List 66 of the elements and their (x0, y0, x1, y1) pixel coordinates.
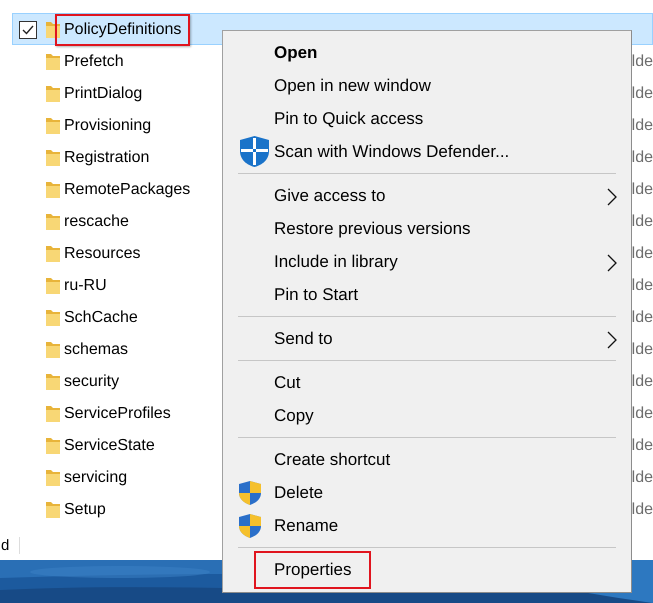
file-type: lde (632, 309, 653, 327)
file-name[interactable]: rescache (55, 206, 138, 238)
menu-item[interactable]: Restore previous versions (225, 212, 629, 245)
file-name[interactable]: RemotePackages (55, 174, 200, 206)
menu-item[interactable]: Pin to Start (225, 278, 629, 311)
menu-item[interactable]: Cut (225, 366, 629, 399)
shield-icon (238, 513, 262, 539)
menu-item[interactable]: Pin to Quick access (225, 102, 629, 135)
status-text: d (1, 536, 20, 554)
checkbox[interactable] (19, 21, 37, 39)
file-name[interactable]: Registration (55, 142, 158, 174)
file-name[interactable]: security (55, 366, 128, 398)
folder-icon (45, 373, 61, 391)
file-type: lde (632, 181, 653, 199)
file-name[interactable]: Setup (55, 494, 115, 526)
file-name[interactable]: servicing (55, 462, 136, 494)
file-name[interactable]: ServiceProfiles (55, 398, 180, 430)
file-type: lde (632, 405, 653, 423)
file-name[interactable]: Resources (55, 238, 150, 270)
file-name[interactable]: ru-RU (55, 270, 116, 302)
file-type: lde (632, 149, 653, 167)
folder-icon (45, 213, 61, 231)
folder-icon (45, 469, 61, 487)
menu-item[interactable]: Include in library (225, 245, 629, 278)
file-name[interactable]: SchCache (55, 302, 147, 334)
menu-item[interactable]: Create shortcut (225, 443, 629, 476)
file-type: lde (632, 341, 653, 359)
file-name[interactable]: PrintDialog (55, 78, 152, 110)
file-type: lde (632, 213, 653, 231)
menu-item[interactable]: Delete (225, 476, 629, 509)
shield-icon (238, 480, 262, 506)
menu-item[interactable]: Give access to (225, 179, 629, 212)
file-type: lde (632, 501, 653, 519)
folder-icon (45, 85, 61, 103)
folder-icon (45, 277, 61, 295)
folder-icon (45, 501, 61, 519)
menu-item[interactable]: Properties (225, 553, 629, 586)
folder-icon (45, 53, 61, 71)
file-type: lde (632, 245, 653, 263)
folder-icon (45, 437, 61, 455)
file-type: lde (632, 437, 653, 455)
menu-item[interactable]: Open in new window (225, 69, 629, 102)
file-name[interactable]: schemas (55, 334, 138, 366)
menu-item[interactable]: Send to (225, 322, 629, 355)
folder-icon (45, 117, 61, 135)
file-type: lde (632, 373, 653, 391)
folder-icon (45, 181, 61, 199)
folder-icon (45, 149, 61, 167)
folder-icon (45, 245, 61, 263)
shield-icon (238, 135, 271, 168)
checkmark-icon (22, 25, 34, 35)
menu-item[interactable]: Scan with Windows Defender... (225, 135, 629, 168)
file-type: lde (632, 85, 653, 103)
file-name[interactable]: Provisioning (55, 110, 160, 142)
file-type: lde (632, 277, 653, 295)
file-name[interactable]: ServiceState (55, 430, 164, 462)
folder-icon (45, 405, 61, 423)
file-type: lde (632, 53, 653, 71)
file-name[interactable]: Prefetch (55, 46, 133, 78)
folder-icon (45, 309, 61, 327)
file-type: lde (632, 469, 653, 487)
folder-icon (45, 341, 61, 359)
file-name[interactable]: PolicyDefinitions (55, 14, 190, 46)
menu-item[interactable]: Rename (225, 509, 629, 542)
file-type: lde (632, 117, 653, 135)
menu-item[interactable]: Copy (225, 399, 629, 432)
